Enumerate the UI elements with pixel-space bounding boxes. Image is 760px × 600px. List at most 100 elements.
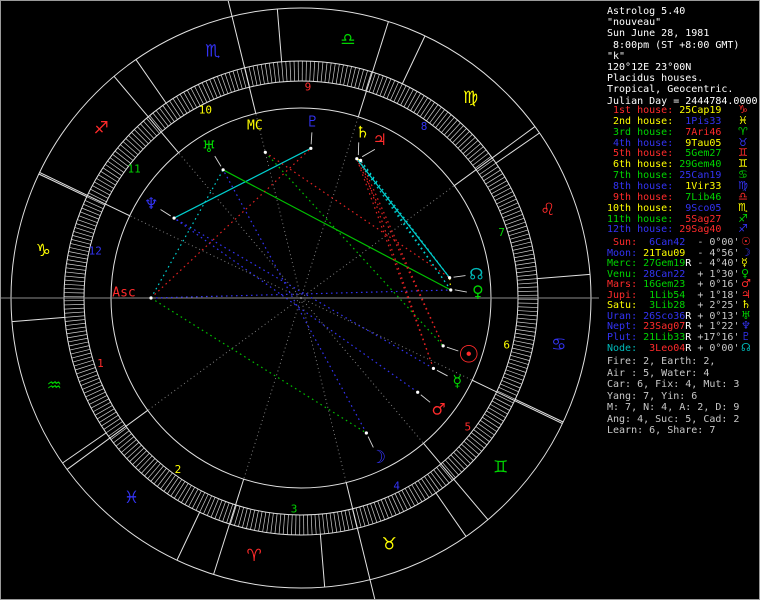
degree-tick: [214, 500, 223, 519]
degree-tick: [66, 326, 86, 331]
degree-tick: [113, 430, 130, 444]
totals-line: Fire: 2, Earth: 2,: [607, 356, 716, 367]
planet-row: Venu: 28Can22 + 1°30' ♀: [607, 268, 757, 280]
degree-tick: [517, 306, 538, 308]
degree-tick: [438, 114, 452, 131]
degree-tick: [98, 174, 116, 186]
planet-position: 28Can22: [637, 268, 686, 280]
degree-tick: [67, 334, 88, 339]
degree-tick: [435, 111, 449, 128]
asc-label: Asc: [112, 286, 135, 301]
degree-tick: [258, 511, 263, 532]
degree-tick: [433, 469, 447, 486]
degree-tick: [455, 131, 470, 146]
degree-tick: [503, 376, 522, 385]
degree-tick: [278, 514, 282, 535]
degree-tick: [452, 128, 467, 143]
degree-tick: [68, 337, 88, 343]
degree-tick: [410, 93, 421, 111]
degree-tick: [417, 480, 430, 498]
degree-tick: [474, 156, 492, 169]
degree-tick: [477, 423, 495, 436]
degree-tick: [332, 63, 336, 84]
planet-row: Satu: 3Lib28 + 2°25' ♄: [607, 299, 757, 312]
degree-tick: [134, 129, 149, 144]
degree-tick: [179, 94, 191, 112]
house-value: 25Cap19: [673, 105, 722, 116]
degree-tick: [97, 408, 115, 420]
wheel-mars-glyph: ♂: [432, 400, 446, 419]
wheel-sign-taurus: ♉: [382, 535, 397, 555]
degree-tick: [203, 495, 212, 515]
degree-tick: [383, 78, 392, 98]
degree-tick: [188, 488, 199, 507]
cusp-inner-dotted: [129, 215, 302, 299]
venus-position-dot: [449, 288, 453, 292]
house-number-11: 11: [128, 162, 141, 175]
planet-velocity: - 0°00': [691, 237, 740, 248]
degree-tick: [325, 513, 329, 534]
degree-tick: [477, 159, 494, 172]
degree-tick: [112, 154, 129, 167]
degree-tick: [517, 310, 538, 313]
degree-tick: [78, 215, 98, 223]
house-sign-icon: ♐: [738, 222, 748, 236]
header-line: Sun June 28, 1981: [607, 28, 710, 40]
house-label: 12th house:: [607, 224, 674, 236]
degree-tick: [517, 282, 538, 285]
degree-tick: [83, 203, 102, 213]
planet-velocity: + 1°18': [691, 289, 740, 301]
degree-tick: [511, 351, 531, 357]
degree-tick: [99, 411, 117, 423]
totals-line: Ang: 4, Suc: 5, Cad: 2: [607, 413, 740, 425]
aspect-line-sextile: [356, 158, 451, 279]
aspect-line-trine: [264, 151, 444, 347]
wheel-sign-sagittarius: ♐: [94, 118, 109, 138]
sign-boundary: [319, 534, 326, 588]
degree-tick: [184, 487, 196, 505]
degree-tick: [467, 146, 484, 160]
degree-tick: [64, 304, 85, 306]
degree-tick: [64, 279, 85, 283]
degree-tick: [103, 418, 121, 430]
degree-tick: [436, 467, 450, 484]
sign-boundary: [495, 132, 540, 164]
planet-position: 1Lib54: [637, 289, 686, 301]
degree-tick: [337, 511, 342, 532]
cusp-inner-dotted: [300, 116, 359, 299]
aspect-line-opposition: [222, 169, 367, 434]
degree-tick: [64, 307, 85, 310]
degree-tick: [442, 462, 456, 478]
planet-label: Satu:: [607, 300, 638, 312]
degree-tick: [69, 247, 90, 253]
degree-tick: [274, 513, 278, 534]
degree-tick: [340, 511, 346, 531]
degree-tick: [324, 62, 328, 83]
degree-tick: [121, 439, 137, 453]
degree-tick: [432, 109, 445, 126]
degree-tick: [419, 99, 432, 117]
wheel-sign-cancer: ♋: [551, 335, 566, 355]
planet-label: Nept:: [607, 321, 638, 333]
astrolog-window: ☉ ☽ ☿ ♀ ♂ ♃ ♄ ♅ ♆ ♇ ☊ Asc MC 1 2 3 4 5 6 7 8 9 10 11 12 ♈ ♉ ♊ ♋ ♌ ♍ ♎ ♏ ♐…: [0, 0, 760, 600]
header-line: "nouveau": [607, 17, 662, 29]
house-value: 1Vir33: [673, 180, 722, 192]
wheel-sun-glyph: ☉: [458, 341, 480, 369]
degree-tick: [169, 100, 181, 118]
planet-velocity: + 1°22': [691, 321, 740, 333]
degree-tick: [68, 341, 89, 347]
house-number-5: 5: [465, 421, 472, 434]
degree-tick: [285, 61, 288, 82]
house-value: 7Ari46: [673, 126, 722, 138]
degree-tick: [400, 87, 411, 106]
degree-tick: [181, 485, 192, 503]
house-number-9: 9: [305, 81, 312, 94]
house-row: 5th house: 5Gem27 ♊: [607, 147, 757, 159]
house-row: 10th house: 9Sco05 ♏: [607, 202, 757, 214]
degree-tick: [486, 410, 504, 422]
degree-tick: [516, 270, 537, 274]
planet-velocity: - 4°40': [691, 258, 740, 270]
house-row: 1st house: 25Cap19 ♑: [607, 104, 757, 116]
house-label: 7th house:: [607, 170, 674, 182]
degree-tick: [471, 432, 488, 446]
